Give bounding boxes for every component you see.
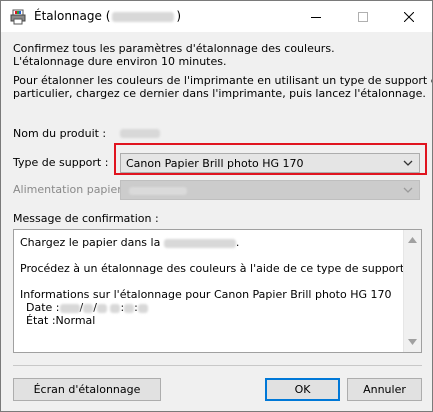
product-name-label: Nom du produit :	[13, 127, 107, 140]
redacted-product-name	[120, 129, 160, 138]
redacted-paper-source	[163, 238, 236, 248]
redacted-printer-name	[112, 11, 175, 22]
redacted-time-hour	[110, 303, 121, 313]
maximize-icon	[358, 11, 368, 22]
media-type-highlight	[114, 143, 427, 175]
chevron-down-icon	[403, 187, 413, 193]
message-scrollbar[interactable]	[403, 230, 421, 352]
message-line-1: Chargez le papier dans la .	[20, 236, 240, 249]
close-button[interactable]	[386, 1, 432, 32]
title-bar: Étalonnage ()	[1, 1, 432, 32]
scroll-up-icon[interactable]	[408, 237, 417, 243]
redacted-paper-feed-value	[129, 187, 187, 195]
minimize-button[interactable]	[293, 1, 339, 32]
redacted-date-day	[96, 303, 107, 313]
redacted-time-second	[137, 303, 148, 313]
redacted-date-year	[59, 303, 80, 313]
intro-line-1: Confirmez tous les paramètres d'étalonna…	[13, 42, 335, 55]
message-state-line: État :Normal	[26, 314, 96, 327]
scroll-down-icon[interactable]	[408, 339, 417, 345]
redacted-date-month	[83, 303, 94, 313]
message-line-2: Procédez à un étalonnage des couleurs à …	[20, 262, 408, 275]
paper-feed-label: Alimentation papier :	[13, 183, 129, 196]
paper-feed-select[interactable]	[120, 180, 420, 200]
intro-line-2: L'étalonnage dure environ 10 minutes.	[13, 55, 227, 68]
button-separator	[13, 365, 422, 366]
calibration-dialog: Étalonnage () Confirmez tous les paramèt…	[0, 0, 433, 412]
intro-line-4: particulier, chargez ce dernier dans l'i…	[13, 87, 426, 100]
media-type-label: Type de support :	[13, 156, 109, 169]
ok-button[interactable]: OK	[265, 378, 340, 401]
redacted-time-minute	[124, 303, 135, 313]
cancel-button[interactable]: Annuler	[347, 378, 422, 401]
message-line-3: Informations sur l'étalonnage pour Canon…	[20, 288, 392, 301]
dialog-content: Confirmez tous les paramètres d'étalonna…	[1, 32, 432, 411]
confirmation-message-box[interactable]: Chargez le papier dans la . Procédez à u…	[13, 229, 422, 353]
minimize-icon	[311, 16, 321, 18]
calibration-screen-button[interactable]: Écran d'étalonnage	[13, 378, 161, 401]
confirmation-message-label: Message de confirmation :	[13, 212, 159, 225]
window-title: Étalonnage ()	[34, 9, 182, 23]
close-icon	[404, 11, 414, 22]
intro-line-3: Pour étalonner les couleurs de l'imprima…	[13, 74, 433, 87]
message-date-line: Date : / / ::	[26, 301, 148, 314]
printer-app-icon	[10, 9, 26, 25]
maximize-button[interactable]	[340, 1, 386, 32]
